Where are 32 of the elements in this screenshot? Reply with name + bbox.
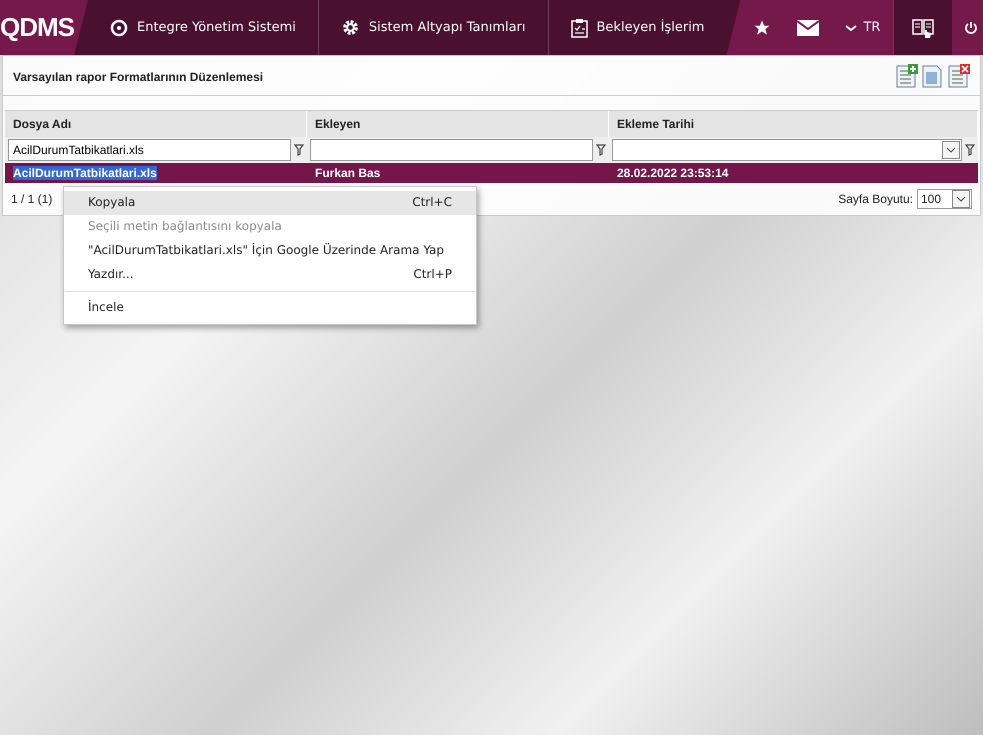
filter-icon[interactable] xyxy=(596,144,606,156)
table-cell: Furkan Bas xyxy=(307,163,609,183)
add-document-icon[interactable] xyxy=(895,64,918,89)
filter-field[interactable] xyxy=(310,139,593,161)
nav-item[interactable]: Bekleyen İşlerim xyxy=(548,0,726,55)
filter-icon[interactable] xyxy=(965,144,975,156)
caret-icon xyxy=(946,147,956,153)
chevron-down-icon xyxy=(845,24,858,32)
table-cell: AcilDurumTatbikatlari.xls xyxy=(5,163,307,183)
pager-summary: 1 / 1 (1) xyxy=(11,192,52,206)
settings-icon xyxy=(340,18,360,37)
column-header[interactable]: Ekleme Tarihi xyxy=(609,111,978,137)
column-header[interactable]: Ekleyen xyxy=(307,111,609,137)
menu-item[interactable]: Yazdır... Ctrl+P xyxy=(64,263,476,287)
menu-item[interactable]: "AcilDurumTatbikatlari.xls" İçin Google Üzerinde Arama Yap xyxy=(64,239,476,263)
table-cell: 28.02.2022 23:53:14 xyxy=(609,163,978,183)
panel-title: Varsayılan rapor Formatlarının Düzenlemesi xyxy=(13,70,264,84)
column-header[interactable]: Dosya Adı xyxy=(5,111,307,137)
filter-icon[interactable] xyxy=(294,144,304,156)
menu-item[interactable]: Kopyala Ctrl+C xyxy=(64,191,476,215)
clipboard-icon xyxy=(570,18,588,38)
document-icon[interactable] xyxy=(921,64,944,89)
book-icon[interactable] xyxy=(893,0,952,55)
language-button[interactable]: TR xyxy=(832,0,894,55)
menu-item[interactable]: İncele xyxy=(64,296,476,320)
logo[interactable]: QDMS xyxy=(0,0,74,55)
page-size-label: Sayfa Boyutu: xyxy=(838,192,913,206)
filter-field[interactable]: AcilDurumTatbikatlari.xls xyxy=(8,139,291,161)
page-size-select[interactable]: 100 xyxy=(916,189,972,209)
delete-document-icon[interactable] xyxy=(947,64,970,89)
logo-q-icon xyxy=(110,18,128,36)
caret-icon xyxy=(956,196,966,202)
